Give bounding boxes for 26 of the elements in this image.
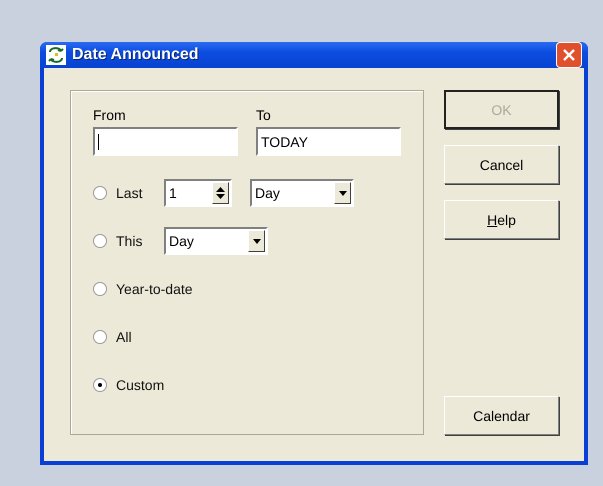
dialog-button[interactable]: Help — [444, 200, 559, 239]
option-label: This — [116, 233, 144, 249]
field-label: To — [256, 107, 272, 123]
spin-field[interactable]: 1 — [164, 179, 232, 207]
app-icon — [46, 45, 66, 65]
close-icon — [562, 48, 576, 62]
option-label: Custom — [116, 377, 164, 393]
radio-button[interactable] — [93, 282, 107, 296]
option-label: Last — [116, 185, 144, 201]
radio-button[interactable] — [93, 186, 107, 200]
dropdown[interactable]: Day — [250, 179, 354, 207]
dialog-button[interactable]: Cancel — [444, 145, 559, 184]
option-label: Year-to-date — [116, 281, 193, 297]
dialog-button[interactable]: Calendar — [444, 396, 559, 435]
dropdown[interactable]: Day — [164, 227, 268, 255]
radio-button[interactable] — [93, 234, 107, 248]
close-button[interactable] — [556, 42, 582, 68]
input-field[interactable]: TODAY — [256, 127, 401, 156]
radio-button[interactable] — [93, 330, 107, 344]
spinner-arrows-icon[interactable] — [212, 182, 229, 204]
window-title: Date Announced — [72, 46, 200, 64]
radio-button[interactable] — [93, 378, 107, 392]
input-field[interactable] — [93, 127, 238, 156]
option-label: All — [116, 329, 132, 345]
field-label: From — [93, 107, 127, 123]
text-cursor-icon — [98, 134, 99, 150]
